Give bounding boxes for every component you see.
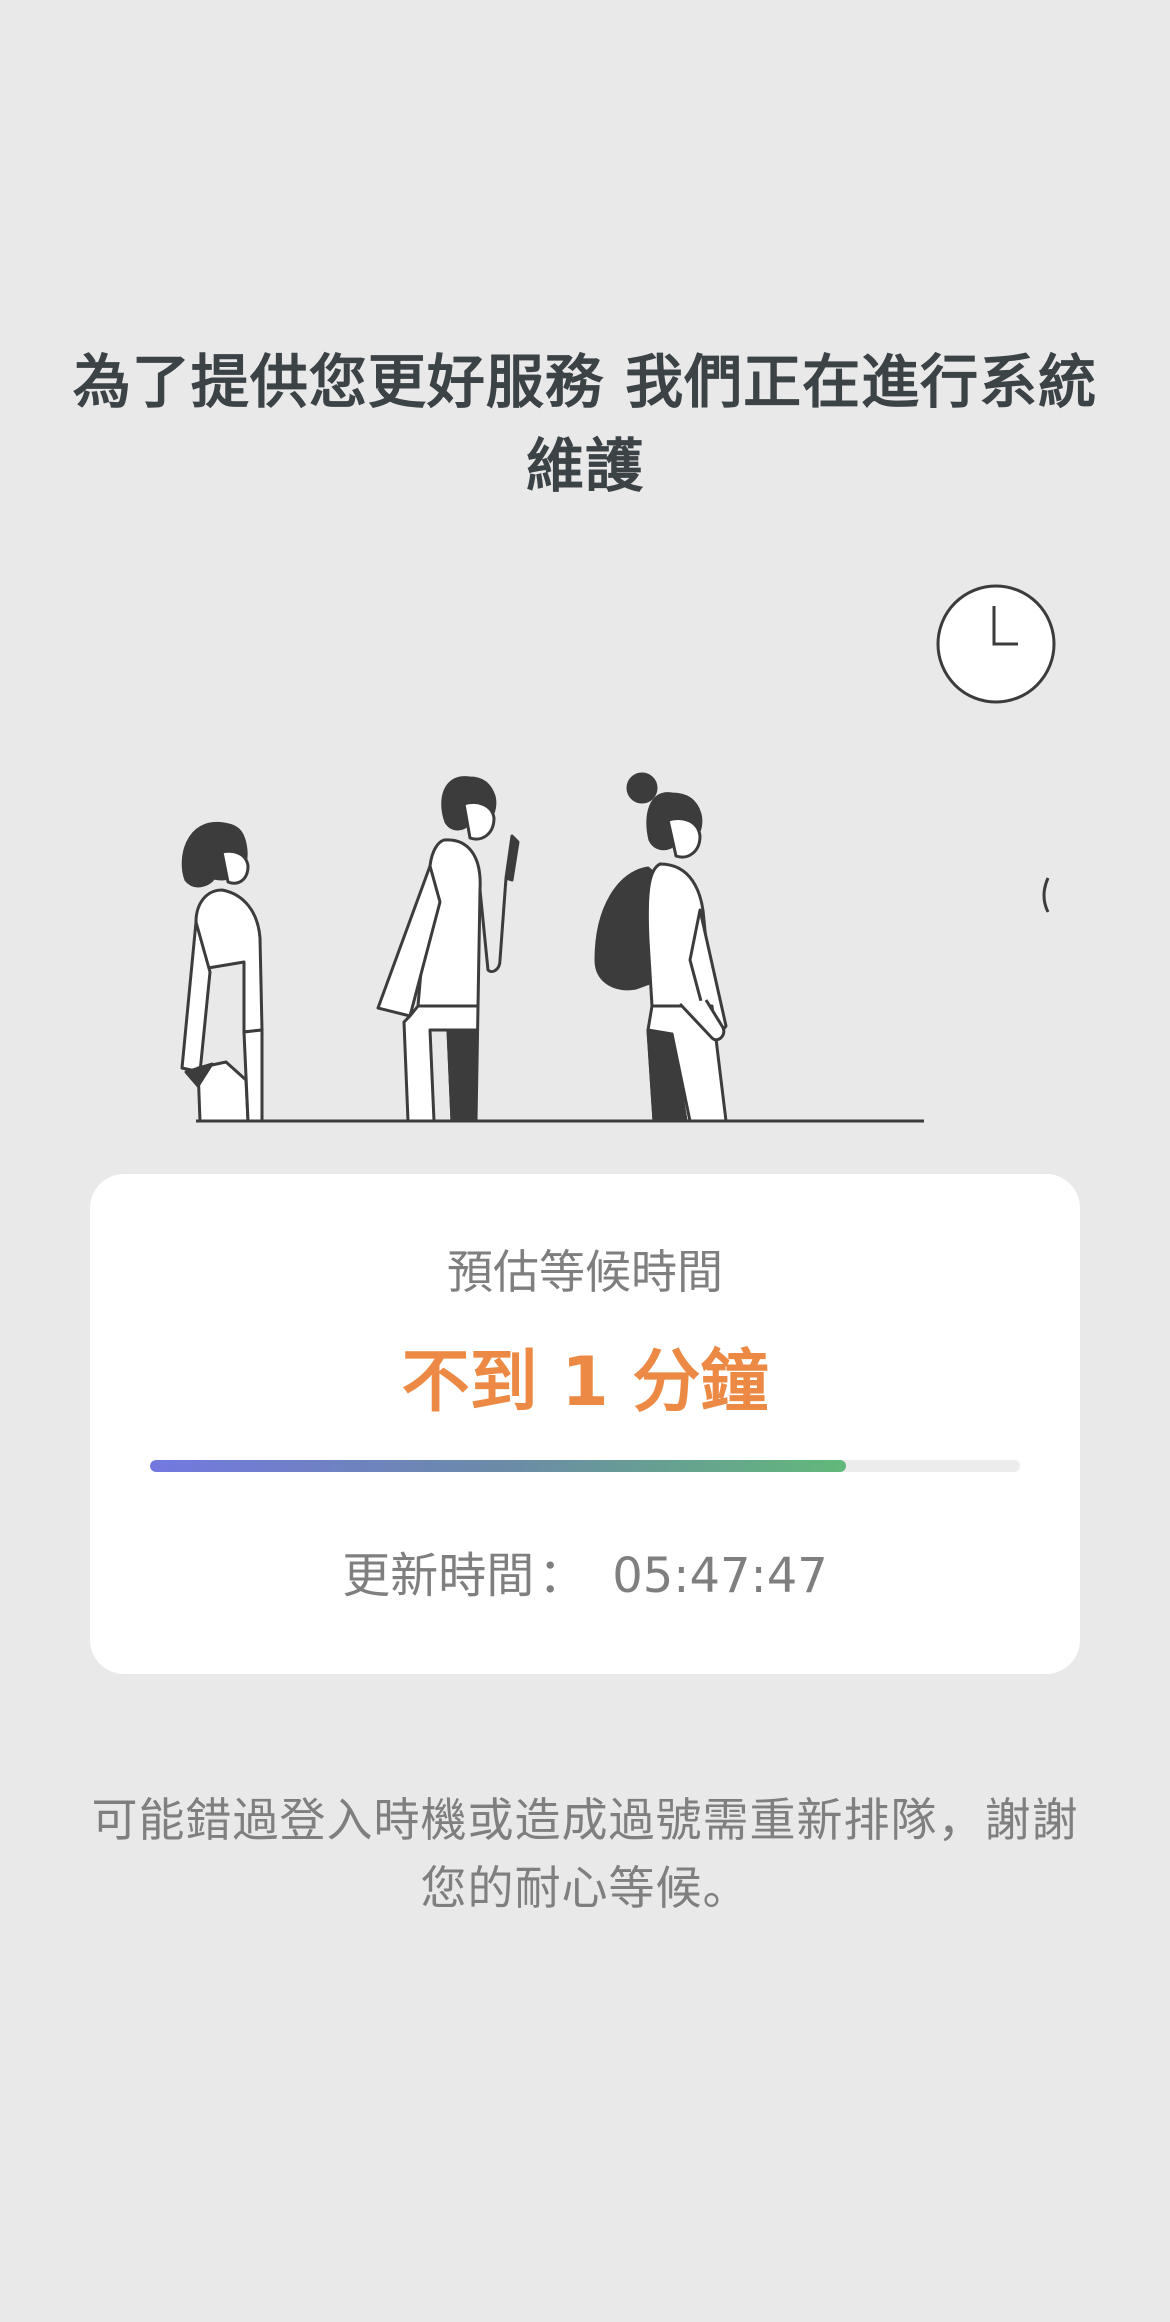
queue-progress-bar xyxy=(150,1460,1020,1472)
update-time-label: 更新時間 xyxy=(342,1548,535,1604)
wait-time-value: 不到 1 分鐘 xyxy=(401,1343,769,1422)
wait-time-card: 預估等候時間 不到 1 分鐘 更新時間： 05:47:47 xyxy=(90,1174,1080,1674)
partial-figure xyxy=(1042,877,1050,913)
person-2 xyxy=(376,776,520,1123)
clock-icon xyxy=(936,584,1056,704)
update-time-colon: ： xyxy=(538,1548,587,1604)
person-1 xyxy=(180,822,264,1123)
queue-illustration xyxy=(180,584,1056,1123)
notice-text: 可能錯過登入時機或造成過號需重新排隊，謝謝您的耐心等候。 xyxy=(91,1793,1079,1915)
person-3 xyxy=(594,772,728,1123)
page-title: 為了提供您更好服務 我們正在進行系統維護 xyxy=(72,348,1098,500)
update-time-value: 05:47:47 xyxy=(612,1548,828,1604)
update-time-row: 更新時間： 05:47:47 xyxy=(90,1544,1080,1608)
queue-progress-fill xyxy=(150,1460,846,1472)
wait-time-label: 預估等候時間 xyxy=(447,1245,723,1299)
